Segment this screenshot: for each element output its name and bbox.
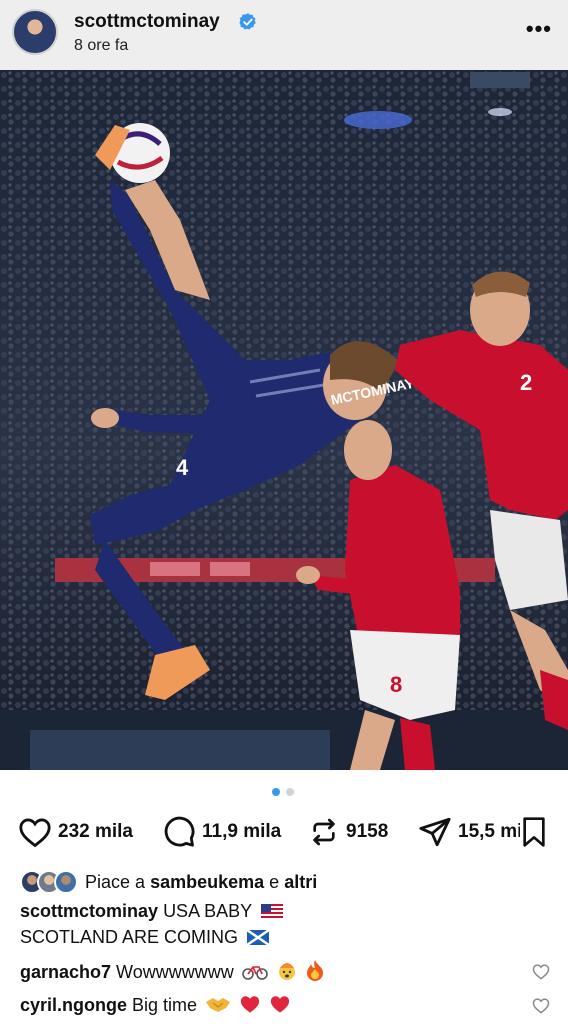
caption-username[interactable]: scottmctominay xyxy=(20,901,158,921)
comment-row: garnacho7 Wowwwwwww xyxy=(20,959,550,984)
repost-button[interactable]: 9158 xyxy=(308,812,388,852)
more-options-icon[interactable]: ••• xyxy=(526,16,552,42)
action-bar: 232 mila 11,9 mila 9158 15,5 mila xyxy=(0,812,568,852)
caption-text: USA BABY xyxy=(163,901,252,921)
middle-player-number: 8 xyxy=(390,672,402,697)
verified-badge-icon xyxy=(239,13,256,30)
caption-line-1: scottmctominay USA BABY xyxy=(20,899,283,923)
red-heart-icon xyxy=(241,996,260,1013)
comment-row: cyril.ngonge Big time xyxy=(20,993,550,1017)
liked-by-row[interactable]: Piace a sambeukema e altri xyxy=(20,868,317,896)
scotland-flag-icon xyxy=(247,930,270,945)
us-flag-icon xyxy=(260,904,283,919)
exploding-head-icon xyxy=(278,963,295,980)
likes-count: 232 mila xyxy=(58,821,133,842)
liked-by-prefix: Piace a xyxy=(85,871,146,892)
send-icon xyxy=(419,817,451,847)
comment-like-heart-icon[interactable] xyxy=(532,963,550,980)
carousel-dot xyxy=(286,788,294,796)
comment-like-heart-icon[interactable] xyxy=(532,997,550,1014)
comment-button[interactable]: 11,9 mila xyxy=(162,812,281,852)
liked-by-others[interactable]: altri xyxy=(284,872,317,892)
comments-count: 11,9 mila xyxy=(202,821,282,842)
liked-by-user[interactable]: sambeukema xyxy=(150,872,264,892)
comment-icon xyxy=(164,816,195,847)
bicycle-icon xyxy=(241,966,268,980)
comment-text: Wowwwwwww xyxy=(116,962,234,982)
caption-line-2: SCOTLAND ARE COMING xyxy=(20,925,270,949)
football-photo-illustration: 4 MCTOMINAY 2 8 xyxy=(0,70,568,770)
post-username[interactable]: scottmctominay xyxy=(74,11,220,33)
liker-avatar xyxy=(54,870,78,894)
post-photo[interactable]: 4 MCTOMINAY 2 8 xyxy=(0,70,568,770)
shorts-number: 4 xyxy=(176,455,189,480)
comment-username[interactable]: garnacho7 xyxy=(20,962,111,982)
fire-icon xyxy=(306,960,323,981)
heart-icon xyxy=(19,818,51,848)
comment-username[interactable]: cyril.ngonge xyxy=(20,995,127,1015)
liked-by-text: Piace a sambeukema e altri xyxy=(85,872,317,893)
handshake-icon xyxy=(206,998,231,1012)
profile-avatar[interactable] xyxy=(12,9,58,55)
post-timestamp: 8 ore fa xyxy=(74,37,129,54)
save-button[interactable] xyxy=(520,812,548,852)
reposts-count: 9158 xyxy=(346,821,389,842)
post-header: scottmctominay 8 ore fa ••• xyxy=(0,0,568,70)
bookmark-icon xyxy=(523,817,545,847)
red-heart-icon xyxy=(271,996,290,1013)
right-player-number: 2 xyxy=(520,370,532,395)
repost-icon xyxy=(313,818,335,846)
liked-by-connector: e xyxy=(269,871,280,892)
caption-text: SCOTLAND ARE COMING xyxy=(20,927,239,947)
comment-text: Big time xyxy=(132,995,198,1015)
carousel-dot-active xyxy=(272,788,280,796)
like-button[interactable]: 232 mila xyxy=(18,812,133,852)
carousel-indicator xyxy=(0,788,568,798)
